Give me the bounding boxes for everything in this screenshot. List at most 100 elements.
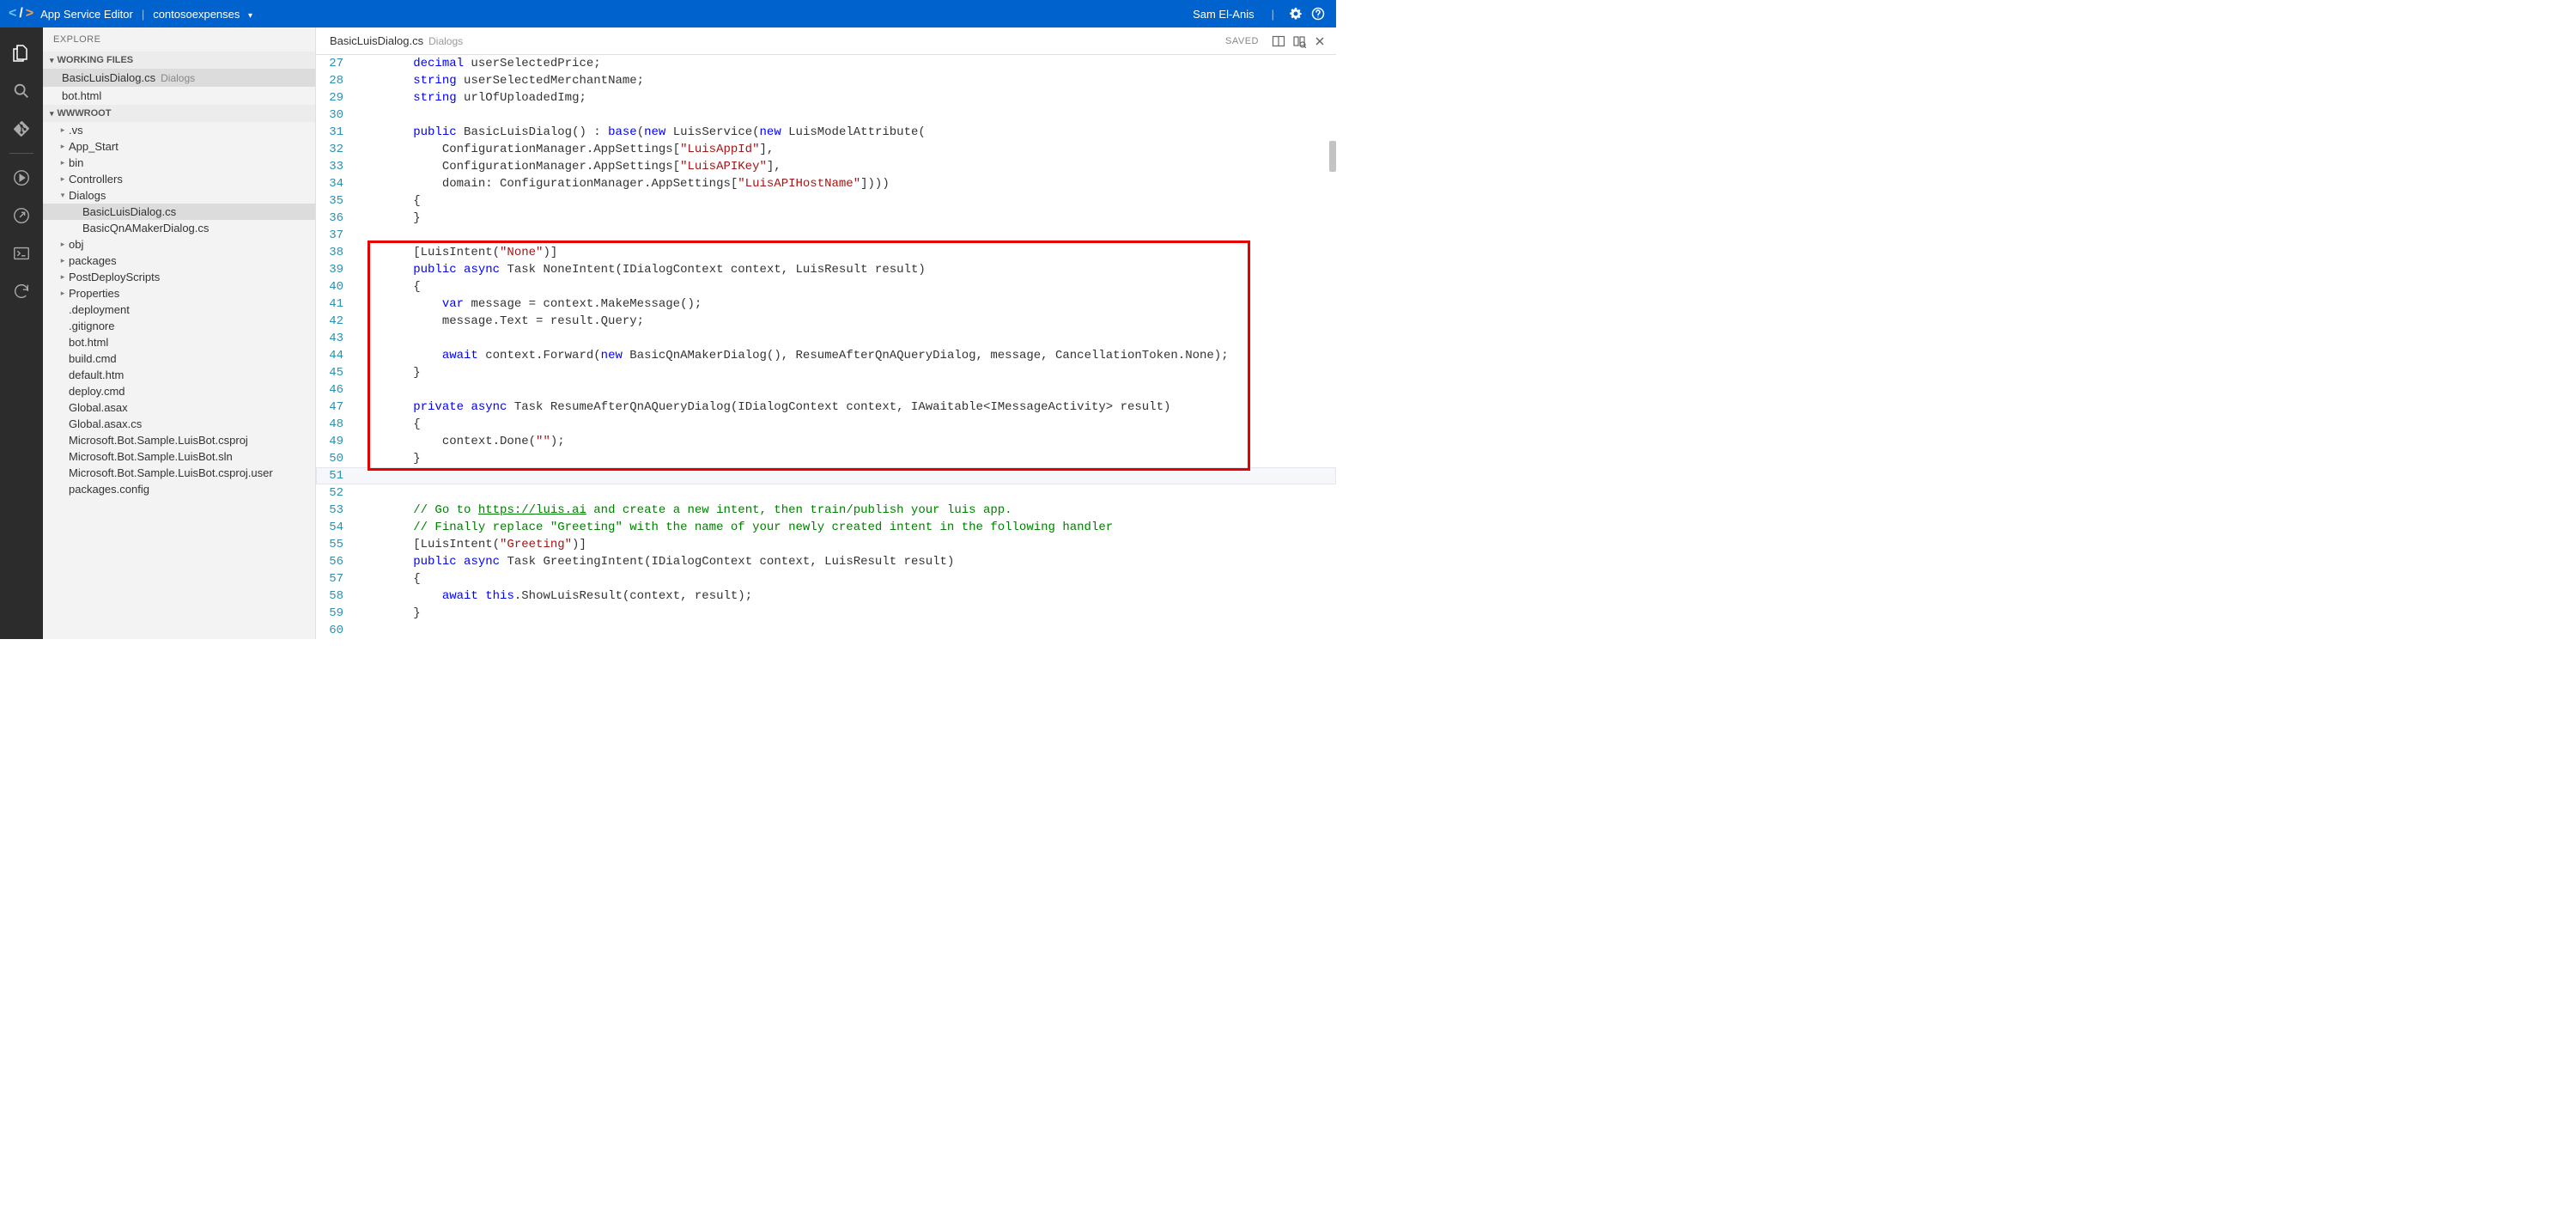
tree-file[interactable]: default.htm <box>43 367 315 383</box>
tree-folder[interactable]: ▾Dialogs <box>43 187 315 204</box>
code-line[interactable]: 48 { <box>316 416 1336 433</box>
sidebar: EXPLORE ▾ WORKING FILES BasicLuisDialog.… <box>43 27 316 639</box>
code-editor[interactable]: 27 decimal userSelectedPrice;28 string u… <box>316 55 1336 639</box>
tree-file[interactable]: .gitignore <box>43 318 315 334</box>
line-content: private async Task ResumeAfterQnAQueryDi… <box>355 399 1336 416</box>
activity-explorer[interactable] <box>0 34 43 72</box>
line-content: message.Text = result.Query; <box>355 313 1336 330</box>
working-file[interactable]: BasicLuisDialog.csDialogs <box>43 69 315 87</box>
app-logo: < / > <box>9 6 33 21</box>
line-number: 53 <box>316 502 355 519</box>
line-number: 55 <box>316 536 355 553</box>
line-content: public BasicLuisDialog() : base(new Luis… <box>355 124 1336 141</box>
code-line[interactable]: 31 public BasicLuisDialog() : base(new L… <box>316 124 1336 141</box>
editor-scrollbar[interactable] <box>1324 55 1336 639</box>
code-line[interactable]: 45 } <box>316 364 1336 381</box>
code-line[interactable]: 57 { <box>316 570 1336 588</box>
line-content: { <box>355 278 1336 295</box>
tree-folder[interactable]: ▸Controllers <box>43 171 315 187</box>
tree-file[interactable]: bot.html <box>43 334 315 350</box>
line-number: 47 <box>316 399 355 416</box>
code-line[interactable]: 52 <box>316 484 1336 502</box>
code-line[interactable]: 37 <box>316 227 1336 244</box>
editor-tab[interactable]: BasicLuisDialog.cs Dialogs <box>323 34 470 47</box>
line-content: { <box>355 416 1336 433</box>
activity-open[interactable] <box>0 197 43 234</box>
code-line[interactable]: 53 // Go to https://luis.ai and create a… <box>316 502 1336 519</box>
tree-folder[interactable]: ▸Properties <box>43 285 315 301</box>
activity-git[interactable] <box>0 110 43 148</box>
line-number: 33 <box>316 158 355 175</box>
code-line[interactable]: 60 <box>316 622 1336 639</box>
code-line[interactable]: 44 await context.Forward(new BasicQnAMak… <box>316 347 1336 364</box>
code-line[interactable]: 40 { <box>316 278 1336 295</box>
tree-folder[interactable]: ▸App_Start <box>43 138 315 155</box>
tree-file[interactable]: Microsoft.Bot.Sample.LuisBot.sln <box>43 448 315 465</box>
working-files-header[interactable]: ▾ WORKING FILES <box>43 52 315 69</box>
tree-file[interactable]: BasicQnAMakerDialog.cs <box>43 220 315 236</box>
code-line[interactable]: 49 context.Done(""); <box>316 433 1336 450</box>
code-line[interactable]: 30 <box>316 107 1336 124</box>
code-line[interactable]: 38 [LuisIntent("None")] <box>316 244 1336 261</box>
code-line[interactable]: 41 var message = context.MakeMessage(); <box>316 295 1336 313</box>
line-content: } <box>355 450 1336 467</box>
tree-file[interactable]: deploy.cmd <box>43 383 315 399</box>
code-line[interactable]: 28 string userSelectedMerchantName; <box>316 72 1336 89</box>
code-line[interactable]: 29 string urlOfUploadedImg; <box>316 89 1336 107</box>
tree-file[interactable]: packages.config <box>43 481 315 497</box>
line-number: 58 <box>316 588 355 605</box>
activity-run[interactable] <box>0 159 43 197</box>
tree-folder[interactable]: ▸bin <box>43 155 315 171</box>
code-line[interactable]: 33 ConfigurationManager.AppSettings["Lui… <box>316 158 1336 175</box>
code-line[interactable]: 43 <box>316 330 1336 347</box>
code-line[interactable]: 51 <box>316 467 1336 484</box>
split-editor-button[interactable] <box>1269 32 1288 51</box>
tree-file[interactable]: Microsoft.Bot.Sample.LuisBot.csproj.user <box>43 465 315 481</box>
code-line[interactable]: 27 decimal userSelectedPrice; <box>316 55 1336 72</box>
activity-search[interactable] <box>0 72 43 110</box>
line-content: ConfigurationManager.AppSettings["LuisAP… <box>355 158 1336 175</box>
working-file[interactable]: bot.html <box>43 87 315 105</box>
code-line[interactable]: 32 ConfigurationManager.AppSettings["Lui… <box>316 141 1336 158</box>
wwwroot-header[interactable]: ▾ WWWROOT <box>43 105 315 122</box>
tree-folder[interactable]: ▸packages <box>43 253 315 269</box>
site-dropdown[interactable]: contosoexpenses ▾ <box>153 8 252 21</box>
tree-folder[interactable]: ▸PostDeployScripts <box>43 269 315 285</box>
code-line[interactable]: 42 message.Text = result.Query; <box>316 313 1336 330</box>
terminal-icon <box>12 244 31 263</box>
code-line[interactable]: 47 private async Task ResumeAfterQnAQuer… <box>316 399 1336 416</box>
code-line[interactable]: 54 // Finally replace "Greeting" with th… <box>316 519 1336 536</box>
tree-folder[interactable]: ▸.vs <box>43 122 315 138</box>
tree-file[interactable]: BasicLuisDialog.cs <box>43 204 315 220</box>
code-line[interactable]: 35 { <box>316 192 1336 210</box>
activity-bar <box>0 27 43 639</box>
close-tab-button[interactable] <box>1310 32 1329 51</box>
tree-file[interactable]: Microsoft.Bot.Sample.LuisBot.csproj <box>43 432 315 448</box>
open-external-icon <box>12 206 31 225</box>
activity-refresh[interactable] <box>0 272 43 310</box>
code-line[interactable]: 56 public async Task GreetingIntent(IDia… <box>316 553 1336 570</box>
code-line[interactable]: 34 domain: ConfigurationManager.AppSetti… <box>316 175 1336 192</box>
search-icon <box>12 82 31 100</box>
code-line[interactable]: 39 public async Task NoneIntent(IDialogC… <box>316 261 1336 278</box>
code-line[interactable]: 46 <box>316 381 1336 399</box>
compare-button[interactable] <box>1290 32 1309 51</box>
tree-file[interactable]: .deployment <box>43 301 315 318</box>
tree-file[interactable]: Global.asax <box>43 399 315 416</box>
tree-file[interactable]: build.cmd <box>43 350 315 367</box>
scrollbar-thumb[interactable] <box>1329 141 1336 172</box>
settings-button[interactable] <box>1286 4 1305 23</box>
line-number: 52 <box>316 484 355 502</box>
tree-folder[interactable]: ▸obj <box>43 236 315 253</box>
line-content: decimal userSelectedPrice; <box>355 55 1336 72</box>
code-line[interactable]: 36 } <box>316 210 1336 227</box>
tree-file[interactable]: Global.asax.cs <box>43 416 315 432</box>
activity-console[interactable] <box>0 234 43 272</box>
code-line[interactable]: 59 } <box>316 605 1336 622</box>
code-line[interactable]: 55 [LuisIntent("Greeting")] <box>316 536 1336 553</box>
line-content: string urlOfUploadedImg; <box>355 89 1336 107</box>
chevron-right-icon: ▸ <box>57 142 69 151</box>
code-line[interactable]: 58 await this.ShowLuisResult(context, re… <box>316 588 1336 605</box>
code-line[interactable]: 50 } <box>316 450 1336 467</box>
help-button[interactable] <box>1309 4 1327 23</box>
